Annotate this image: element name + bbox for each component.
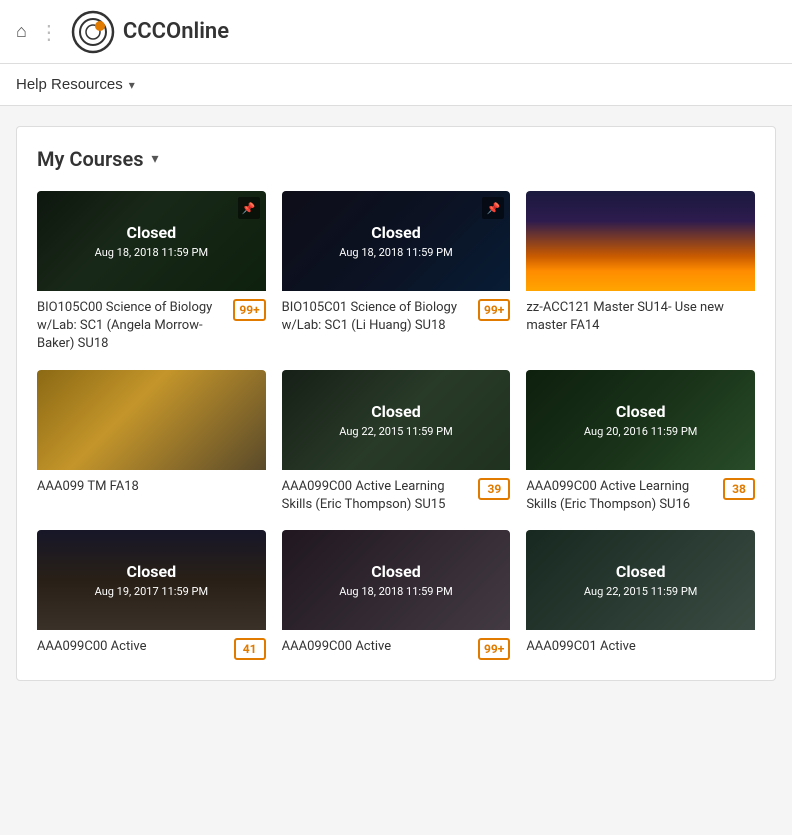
closed-overlay: Closed Aug 20, 2016 11:59 PM — [526, 370, 755, 470]
help-bar: Help Resources ▾ — [0, 64, 792, 106]
closed-label: Closed — [371, 562, 421, 581]
closed-date: Aug 18, 2018 11:59 PM — [339, 585, 452, 598]
courses-header: My Courses ▾ — [37, 147, 755, 171]
closed-date: Aug 18, 2018 11:59 PM — [339, 246, 452, 259]
help-chevron-icon: ▾ — [129, 78, 135, 92]
closed-label: Closed — [616, 402, 666, 421]
logo-container: CCCOnline — [71, 10, 229, 54]
course-thumbnail: Closed Aug 18, 2018 11:59 PM 📌 — [37, 191, 266, 291]
closed-overlay: Closed Aug 22, 2015 11:59 PM — [282, 370, 511, 470]
help-resources-label: Help Resources — [16, 76, 123, 93]
course-thumbnail — [526, 191, 755, 291]
course-item[interactable]: AAA099 TM FA18 — [37, 370, 266, 514]
closed-overlay: Closed Aug 18, 2018 11:59 PM — [37, 191, 266, 291]
main-content: My Courses ▾ Closed Aug 18, 2018 11:59 PM… — [0, 106, 792, 701]
closed-overlay: Closed Aug 18, 2018 11:59 PM — [282, 191, 511, 291]
course-thumbnail — [37, 370, 266, 470]
course-name: zz-ACC121 Master SU14- Use new master FA… — [526, 299, 755, 335]
course-label-row: AAA099C00 Active Learning Skills (Eric T… — [526, 478, 755, 514]
course-badge: 99+ — [478, 638, 510, 660]
course-item[interactable]: Closed Aug 18, 2018 11:59 PM 📌 BIO105C00 Sc… — [37, 191, 266, 354]
closed-overlay: Closed Aug 22, 2015 11:59 PM — [526, 530, 755, 630]
course-label-row: BIO105C00 Science of Biology w/Lab: SC1 … — [37, 299, 266, 354]
pin-icon: 📌 — [238, 197, 260, 219]
closed-date: Aug 20, 2016 11:59 PM — [584, 425, 697, 438]
course-label-row: AAA099 TM FA18 — [37, 478, 266, 496]
course-thumbnail: Closed Aug 18, 2018 11:59 PM — [282, 530, 511, 630]
course-item[interactable]: zz-ACC121 Master SU14- Use new master FA… — [526, 191, 755, 354]
closed-label: Closed — [127, 562, 177, 581]
course-name: AAA099C00 Active — [282, 638, 472, 656]
closed-label: Closed — [371, 402, 421, 421]
course-label-row: zz-ACC121 Master SU14- Use new master FA… — [526, 299, 755, 335]
courses-chevron-icon[interactable]: ▾ — [151, 151, 158, 167]
course-name: BIO105C00 Science of Biology w/Lab: SC1 … — [37, 299, 227, 354]
course-label-row: AAA099C00 Active Learning Skills (Eric T… — [282, 478, 511, 514]
course-thumbnail: Closed Aug 19, 2017 11:59 PM — [37, 530, 266, 630]
course-name: AAA099C00 Active Learning Skills (Eric T… — [526, 478, 717, 514]
course-name: AAA099C00 Active Learning Skills (Eric T… — [282, 478, 473, 514]
course-item[interactable]: Closed Aug 22, 2015 11:59 PM AAA099C00 Act… — [282, 370, 511, 514]
courses-title: My Courses — [37, 147, 143, 171]
header-divider: ⋮ — [39, 20, 59, 44]
course-badge: 39 — [478, 478, 510, 500]
closed-overlay: Closed Aug 19, 2017 11:59 PM — [37, 530, 266, 630]
closed-overlay: Closed Aug 18, 2018 11:59 PM — [282, 530, 511, 630]
closed-date: Aug 19, 2017 11:59 PM — [95, 585, 208, 598]
course-label-row: AAA099C00 Active 41 — [37, 638, 266, 660]
course-item[interactable]: Closed Aug 18, 2018 11:59 PM AAA099C00 Act… — [282, 530, 511, 660]
course-badge: 99+ — [233, 299, 265, 321]
closed-label: Closed — [371, 223, 421, 242]
course-badge: 99+ — [478, 299, 510, 321]
pin-icon: 📌 — [482, 197, 504, 219]
course-name: BIO105C01 Science of Biology w/Lab: SC1 … — [282, 299, 472, 335]
courses-grid: Closed Aug 18, 2018 11:59 PM 📌 BIO105C00 Sc… — [37, 191, 755, 660]
course-name: AAA099C00 Active — [37, 638, 228, 656]
course-badge: 38 — [723, 478, 755, 500]
course-thumbnail: Closed Aug 20, 2016 11:59 PM — [526, 370, 755, 470]
course-label-row: BIO105C01 Science of Biology w/Lab: SC1 … — [282, 299, 511, 335]
home-icon[interactable]: ⌂ — [16, 21, 27, 42]
header: ⌂ ⋮ CCCOnline — [0, 0, 792, 64]
closed-date: Aug 22, 2015 11:59 PM — [584, 585, 697, 598]
closed-date: Aug 18, 2018 11:59 PM — [95, 246, 208, 259]
course-badge: 41 — [234, 638, 266, 660]
closed-label: Closed — [127, 223, 177, 242]
courses-panel: My Courses ▾ Closed Aug 18, 2018 11:59 PM… — [16, 126, 776, 681]
closed-label: Closed — [616, 562, 666, 581]
course-thumbnail: Closed Aug 18, 2018 11:59 PM 📌 — [282, 191, 511, 291]
course-item[interactable]: Closed Aug 19, 2017 11:59 PM AAA099C00 Act… — [37, 530, 266, 660]
course-item[interactable]: Closed Aug 20, 2016 11:59 PM AAA099C00 Act… — [526, 370, 755, 514]
course-thumbnail: Closed Aug 22, 2015 11:59 PM — [282, 370, 511, 470]
help-resources-button[interactable]: Help Resources ▾ — [16, 76, 135, 93]
course-name: AAA099 TM FA18 — [37, 478, 266, 496]
course-label-row: AAA099C00 Active 99+ — [282, 638, 511, 660]
ccc-logo-icon — [71, 10, 115, 54]
course-item[interactable]: Closed Aug 22, 2015 11:59 PM AAA099C01 Act… — [526, 530, 755, 660]
course-thumbnail: Closed Aug 22, 2015 11:59 PM — [526, 530, 755, 630]
course-item[interactable]: Closed Aug 18, 2018 11:59 PM 📌 BIO105C01 Sc… — [282, 191, 511, 354]
course-name: AAA099C01 Active — [526, 638, 755, 656]
closed-date: Aug 22, 2015 11:59 PM — [339, 425, 452, 438]
course-label-row: AAA099C01 Active — [526, 638, 755, 656]
logo-text: CCCOnline — [123, 19, 229, 44]
